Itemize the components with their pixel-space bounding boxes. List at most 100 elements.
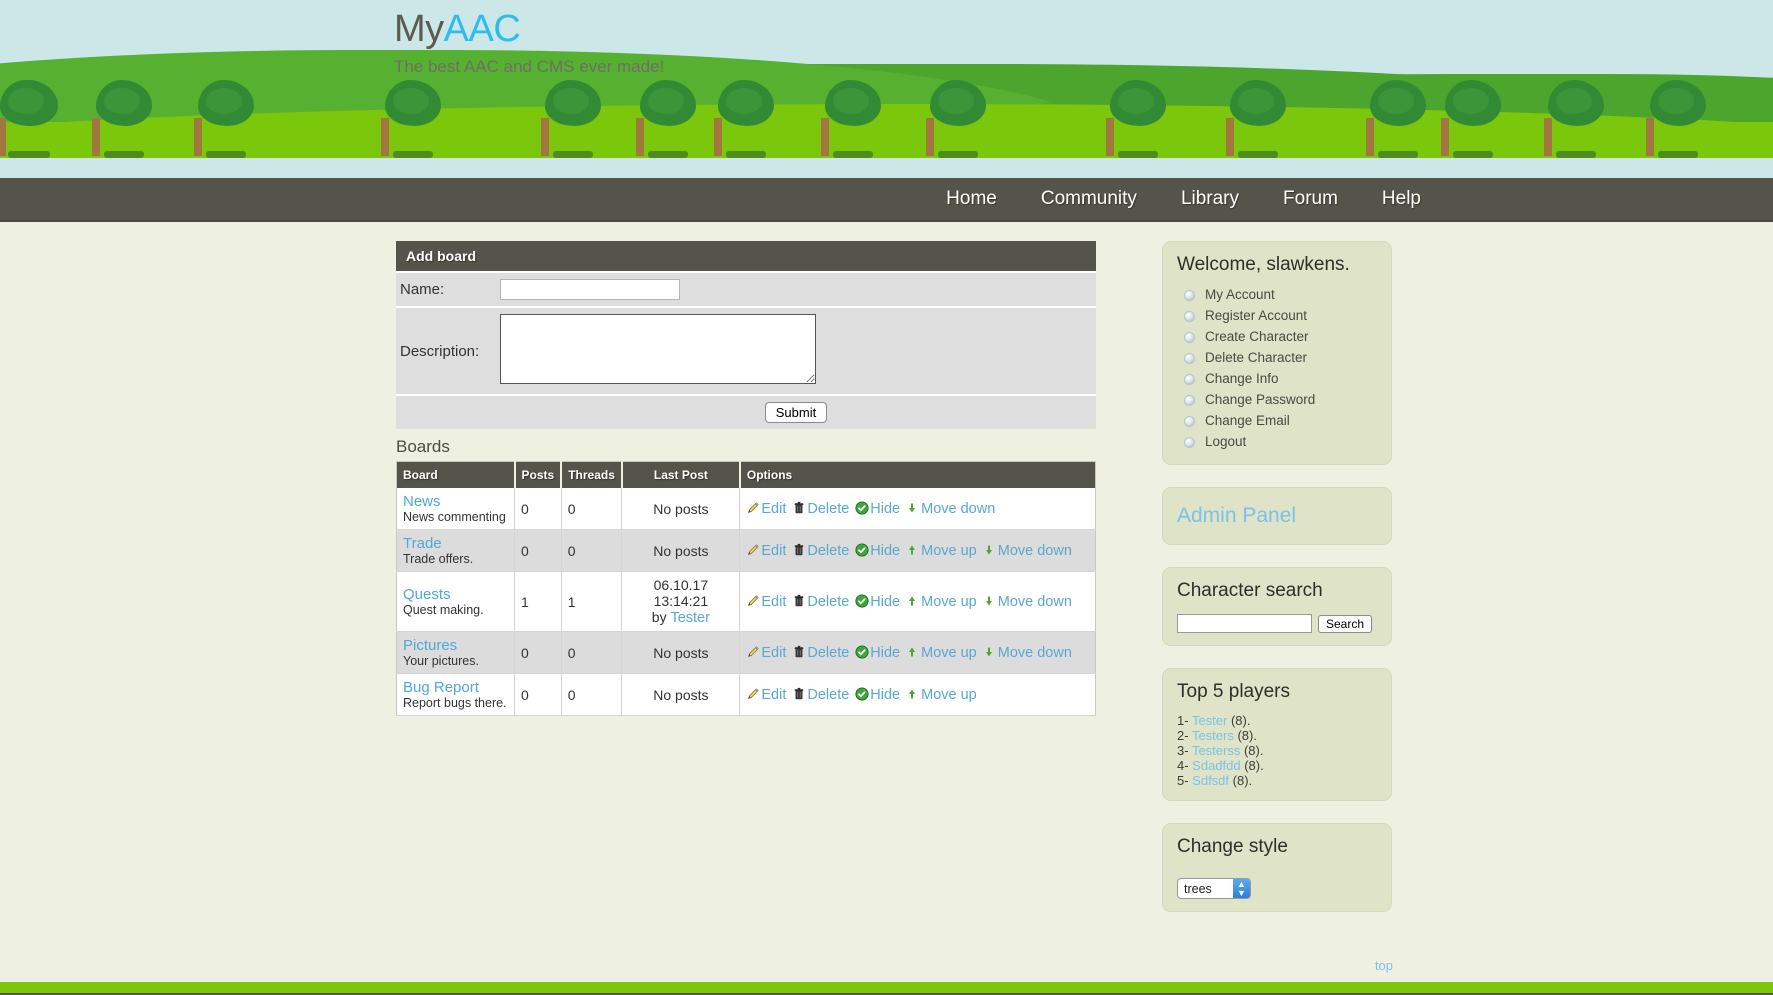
option-move-down-link[interactable]: Move down: [921, 501, 995, 517]
account-menu-item[interactable]: My Account: [1177, 284, 1377, 305]
board-name-link[interactable]: Trade: [403, 535, 442, 552]
pencil-icon: [746, 501, 760, 515]
option-delete-link[interactable]: Delete: [807, 645, 849, 661]
column-header-threads: Threads: [561, 462, 622, 489]
option-group: Move down: [983, 644, 1072, 661]
cell-options: Edit Delete Hide Move down: [740, 488, 1096, 530]
list-item: 4- Sdadfdd (8).: [1177, 758, 1377, 773]
cell-last-post: No posts: [622, 632, 740, 674]
option-hide-link[interactable]: Hide: [870, 501, 900, 517]
character-search-input[interactable]: [1177, 614, 1312, 633]
nav-item-help[interactable]: Help: [1382, 188, 1421, 210]
top-players-list: 1- Tester (8).2- Testers (8).3- Testerss…: [1177, 713, 1377, 788]
option-move-up-link[interactable]: Move up: [921, 687, 977, 703]
account-menu-item[interactable]: Delete Character: [1177, 347, 1377, 368]
account-menu-item[interactable]: Logout: [1177, 431, 1377, 452]
option-delete-link[interactable]: Delete: [807, 501, 849, 517]
bullet-icon: [1184, 416, 1195, 427]
account-menu-item[interactable]: Change Info: [1177, 368, 1377, 389]
top-players-heading: Top 5 players: [1177, 681, 1377, 703]
bullet-icon: [1184, 311, 1195, 322]
list-item: 1- Tester (8).: [1177, 713, 1377, 728]
account-menu-item[interactable]: Change Password: [1177, 389, 1377, 410]
player-name-link[interactable]: Sdadfdd: [1192, 758, 1240, 773]
option-delete-link[interactable]: Delete: [807, 687, 849, 703]
account-menu-item-label: My Account: [1205, 287, 1275, 302]
back-to-top-link[interactable]: top: [1375, 958, 1393, 973]
option-edit-link[interactable]: Edit: [761, 687, 786, 703]
cell-last-post: No posts: [622, 530, 740, 572]
character-search-button[interactable]: Search: [1318, 615, 1372, 633]
board-name-link[interactable]: Pictures: [403, 637, 457, 654]
check-circle-icon: [855, 594, 869, 608]
admin-panel-link[interactable]: Admin Panel: [1177, 504, 1296, 527]
arrow-down-icon: [983, 594, 997, 608]
board-description-textarea[interactable]: [500, 314, 816, 384]
option-move-down-link[interactable]: Move down: [998, 594, 1072, 610]
nav-item-library[interactable]: Library: [1181, 188, 1239, 210]
nav-item-home[interactable]: Home: [946, 188, 997, 210]
option-edit-link[interactable]: Edit: [761, 501, 786, 517]
cell-threads: 0: [561, 674, 622, 716]
option-hide-link[interactable]: Hide: [870, 543, 900, 559]
player-name-link[interactable]: Tester: [1192, 713, 1227, 728]
grass-strip: [0, 122, 1773, 158]
board-name-link[interactable]: Quests: [403, 586, 451, 603]
character-search-panel: Character search Search: [1162, 567, 1392, 646]
board-name-link[interactable]: Bug Report: [403, 679, 479, 696]
option-group: Move up: [906, 593, 977, 610]
table-row: Bug ReportReport bugs there.00No postsEd…: [397, 674, 1096, 716]
option-edit-link[interactable]: Edit: [761, 645, 786, 661]
option-edit-link[interactable]: Edit: [761, 543, 786, 559]
option-hide-link[interactable]: Hide: [870, 687, 900, 703]
option-delete-link[interactable]: Delete: [807, 543, 849, 559]
option-move-down-link[interactable]: Move down: [998, 645, 1072, 661]
column-header-lastpost: Last Post: [622, 462, 740, 489]
account-menu-item[interactable]: Change Email: [1177, 410, 1377, 431]
option-delete-link[interactable]: Delete: [807, 594, 849, 610]
submit-button[interactable]: Submit: [765, 402, 827, 423]
cell-threads: 1: [561, 572, 622, 632]
cell-last-post: No posts: [622, 488, 740, 530]
option-group: Hide: [855, 593, 900, 610]
option-move-up-link[interactable]: Move up: [921, 543, 977, 559]
last-post-by-label: by: [652, 609, 671, 625]
account-menu-item[interactable]: Register Account: [1177, 305, 1377, 326]
player-level: (8).: [1227, 713, 1250, 728]
player-name-link[interactable]: Testerss: [1192, 743, 1240, 758]
nav-item-forum[interactable]: Forum: [1283, 188, 1338, 210]
option-move-up-link[interactable]: Move up: [921, 645, 977, 661]
option-move-down-link[interactable]: Move down: [998, 543, 1072, 559]
option-hide-link[interactable]: Hide: [870, 594, 900, 610]
option-group: Move down: [906, 500, 995, 517]
cell-options: Edit Delete Hide Move up Move down: [740, 632, 1096, 674]
boards-table-header-row: Board Posts Threads Last Post Options: [397, 462, 1096, 489]
cell-posts: 0: [515, 632, 562, 674]
check-circle-icon: [855, 543, 869, 557]
boards-table: Board Posts Threads Last Post Options Ne…: [396, 461, 1096, 716]
player-level: (8).: [1240, 743, 1263, 758]
pencil-icon: [746, 645, 760, 659]
option-edit-link[interactable]: Edit: [761, 594, 786, 610]
site-tagline: The best AAC and CMS ever made!: [394, 57, 664, 77]
board-name-link[interactable]: News: [403, 493, 441, 510]
arrow-down-icon: [983, 645, 997, 659]
option-move-up-link[interactable]: Move up: [921, 594, 977, 610]
footer-bars: [0, 982, 1773, 995]
style-select-wrapper[interactable]: trees ▲▼: [1177, 878, 1251, 899]
nav-item-community[interactable]: Community: [1041, 188, 1137, 210]
account-menu-item-label: Change Password: [1205, 392, 1315, 407]
player-name-link[interactable]: Sdfsdf: [1192, 773, 1229, 788]
account-menu-list: My Account Register AccountCreate Charact…: [1177, 284, 1377, 452]
player-name-link[interactable]: Testers: [1192, 728, 1234, 743]
page-body: Add board Name: Description: Submit Boar…: [0, 222, 1773, 982]
bullet-icon: [1184, 332, 1195, 343]
account-menu-item[interactable]: Create Character: [1177, 326, 1377, 347]
chevron-updown-icon[interactable]: ▲▼: [1233, 879, 1250, 898]
board-name-input[interactable]: [500, 279, 680, 300]
option-hide-link[interactable]: Hide: [870, 645, 900, 661]
cell-threads: 0: [561, 530, 622, 572]
bullet-icon: [1184, 374, 1195, 385]
last-post-author-link[interactable]: Tester: [670, 610, 710, 626]
option-group: Delete: [792, 644, 849, 661]
